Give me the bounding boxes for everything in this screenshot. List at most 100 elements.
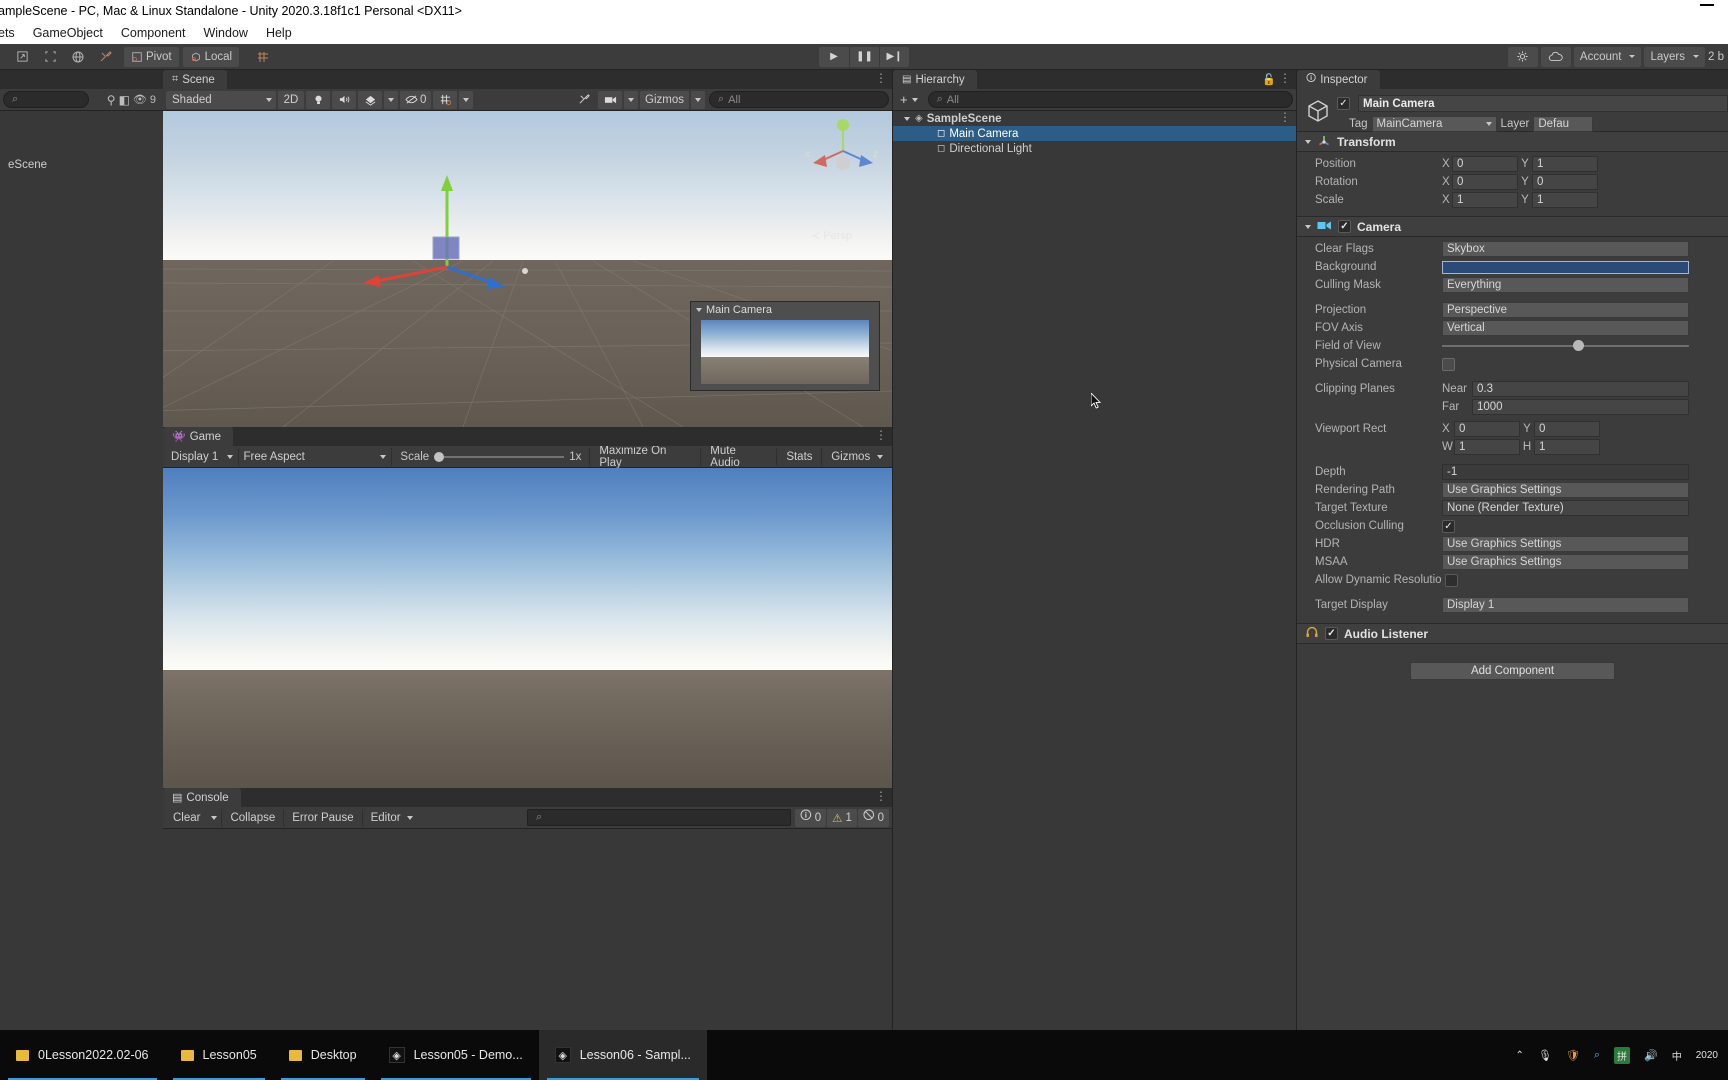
fx-toggle-icon[interactable] [358, 90, 382, 109]
rotation-y-field[interactable]: 0 [1532, 174, 1598, 190]
tab-game[interactable]: 👾 Game [163, 427, 234, 446]
scene-search-input[interactable]: ⌕ All [709, 91, 889, 108]
custom-tool-icon[interactable] [92, 46, 120, 67]
maximize-on-play-button[interactable]: Maximize On Play [589, 445, 701, 469]
viewport-w-field[interactable]: 1 [1454, 439, 1520, 455]
viewport-h-field[interactable]: 1 [1534, 439, 1600, 455]
chevron-down-icon[interactable] [904, 116, 910, 121]
step-button[interactable]: ▶❙ [879, 46, 909, 67]
tab-scene[interactable]: ⌗ Scene [163, 70, 227, 89]
lighting-toggle-icon[interactable] [306, 90, 330, 109]
menu-item-component[interactable]: Component [112, 24, 195, 42]
hidden-objects-toggle[interactable]: 0 [400, 90, 432, 109]
hierarchy-tree[interactable]: ◈ SampleScene ⋮ ◻ Main Camera ◻ Directio… [893, 111, 1296, 1030]
scale-x-field[interactable]: 1 [1452, 192, 1518, 208]
scene-menu-icon[interactable]: ⋮ [875, 72, 887, 85]
mute-audio-button[interactable]: Mute Audio [700, 445, 777, 469]
tab-inspector[interactable]: 🛈 Inspector [1297, 70, 1380, 89]
project-search-input[interactable]: ⌕ [3, 91, 89, 108]
clear-button[interactable]: Clear [166, 808, 208, 827]
menu-item-assets[interactable]: ets [0, 24, 24, 42]
pivot-toggle-button[interactable]: Pivot [124, 46, 179, 67]
hierarchy-row-main-camera[interactable]: ◻ Main Camera [893, 126, 1296, 141]
hand-tool-icon[interactable] [8, 46, 36, 67]
project-label-icon[interactable]: ◧ [119, 93, 130, 107]
hierarchy-add-button[interactable]: + [896, 90, 922, 109]
cloud-icon[interactable] [1540, 46, 1571, 67]
aspect-dropdown[interactable]: Free Aspect [237, 447, 392, 466]
console-menu-icon[interactable]: ⋮ [875, 790, 887, 803]
near-field[interactable]: 0.3 [1472, 381, 1689, 397]
warning-count-toggle[interactable]: ⚠ 1 [827, 808, 857, 827]
layer-dropdown[interactable]: Defau [1533, 116, 1594, 132]
editor-dropdown[interactable]: Editor [361, 808, 418, 827]
scene-camera-dropdown[interactable] [624, 90, 639, 109]
target-texture-field[interactable]: None (Render Texture) [1442, 500, 1689, 516]
viewport-x-field[interactable]: 0 [1454, 421, 1520, 437]
shading-mode-dropdown[interactable]: Shaded [166, 90, 276, 109]
project-hidden-icon[interactable]: 👁 [133, 93, 147, 106]
account-dropdown[interactable]: Account [1573, 46, 1642, 67]
play-button[interactable]: ▶ [819, 46, 849, 67]
scene-viewport[interactable]: x z ≺ Persp Main Camera [163, 111, 892, 427]
grid-snap-icon[interactable] [249, 46, 278, 67]
scene-tools-icon[interactable] [572, 90, 597, 109]
game-viewport[interactable] [163, 468, 892, 788]
projection-dropdown[interactable]: Perspective [1442, 302, 1689, 318]
ime-icon[interactable]: 拼 [1614, 1046, 1631, 1064]
layers-dropdown[interactable]: Layers [1644, 46, 1705, 67]
gizmos-dropdown[interactable] [691, 90, 705, 109]
viewport-y-field[interactable]: 0 [1534, 421, 1600, 437]
tab-console[interactable]: ▤ Console [163, 788, 241, 807]
rotate-tool-icon[interactable] [64, 46, 92, 67]
clear-flags-dropdown[interactable]: Skybox [1442, 241, 1689, 257]
camera-enabled-checkbox[interactable]: ✓ [1338, 220, 1351, 233]
tag-dropdown[interactable]: MainCamera [1371, 116, 1497, 132]
depth-field[interactable]: -1 [1442, 464, 1689, 480]
game-gizmos-button[interactable]: Gizmos [821, 447, 889, 466]
services-icon[interactable] [1507, 46, 1538, 67]
scale-y-field[interactable]: 1 [1532, 192, 1598, 208]
fx-dropdown[interactable] [384, 90, 398, 109]
taskbar-item-desktop[interactable]: Desktop [273, 1030, 373, 1080]
shield-icon[interactable]: 🛡 [1566, 1049, 1580, 1062]
taskbar-item-lesson06-unity[interactable]: ◈ Lesson06 - Sampl... [538, 1030, 707, 1080]
audio-listener-enabled-checkbox[interactable]: ✓ [1325, 627, 1338, 640]
add-component-button[interactable]: Add Component [1410, 662, 1615, 680]
culling-mask-dropdown[interactable]: Everything [1442, 277, 1689, 293]
rotation-x-field[interactable]: 0 [1452, 174, 1518, 190]
hierarchy-row-directional-light[interactable]: ◻ Directional Light [893, 141, 1296, 156]
audio-listener-component-header[interactable]: ✓ Audio Listener [1297, 623, 1728, 644]
rendering-path-dropdown[interactable]: Use Graphics Settings [1442, 482, 1689, 498]
menu-item-help[interactable]: Help [257, 24, 301, 42]
search-icon[interactable]: ⌕ [1594, 1049, 1600, 1062]
audio-toggle-icon[interactable] [332, 90, 356, 109]
target-display-dropdown[interactable]: Display 1 [1442, 597, 1689, 613]
scene-grid-icon[interactable] [433, 90, 458, 109]
background-color-swatch[interactable] [1442, 260, 1689, 274]
hierarchy-search-input[interactable]: ⌕ All [927, 91, 1293, 108]
dynamic-resolution-checkbox[interactable] [1445, 573, 1458, 587]
local-toggle-button[interactable]: Local [182, 46, 240, 67]
rect-tool-icon[interactable] [36, 46, 64, 67]
pause-button[interactable]: ❚❚ [849, 46, 879, 67]
position-x-field[interactable]: 0 [1452, 156, 1518, 172]
taskbar-item-lesson05-folder[interactable]: Lesson05 [165, 1030, 273, 1080]
object-name-field[interactable]: Main Camera [1358, 95, 1728, 112]
stats-button[interactable]: Stats [776, 447, 822, 466]
game-menu-icon[interactable]: ⋮ [875, 429, 887, 442]
display-dropdown[interactable]: Display 1 [166, 447, 238, 466]
minimize-icon[interactable] [1700, 4, 1714, 6]
project-filter-icon[interactable]: ⚲ [107, 93, 116, 107]
hierarchy-row-samplescene[interactable]: ◈ SampleScene ⋮ [893, 111, 1296, 126]
fov-axis-dropdown[interactable]: Vertical [1442, 320, 1689, 336]
speaker-icon[interactable]: 🔊 [1644, 1049, 1658, 1062]
chevron-down-icon[interactable] [1305, 224, 1311, 229]
error-count-toggle[interactable]: 🛇 0 [857, 808, 889, 827]
collapse-button[interactable]: Collapse [221, 808, 284, 827]
camera-component-header[interactable]: ✓ Camera [1297, 216, 1728, 237]
position-y-field[interactable]: 1 [1532, 156, 1598, 172]
grid-dropdown[interactable] [459, 90, 474, 109]
console-log-list[interactable] [163, 829, 892, 996]
scene-row-menu-icon[interactable]: ⋮ [1279, 111, 1291, 124]
